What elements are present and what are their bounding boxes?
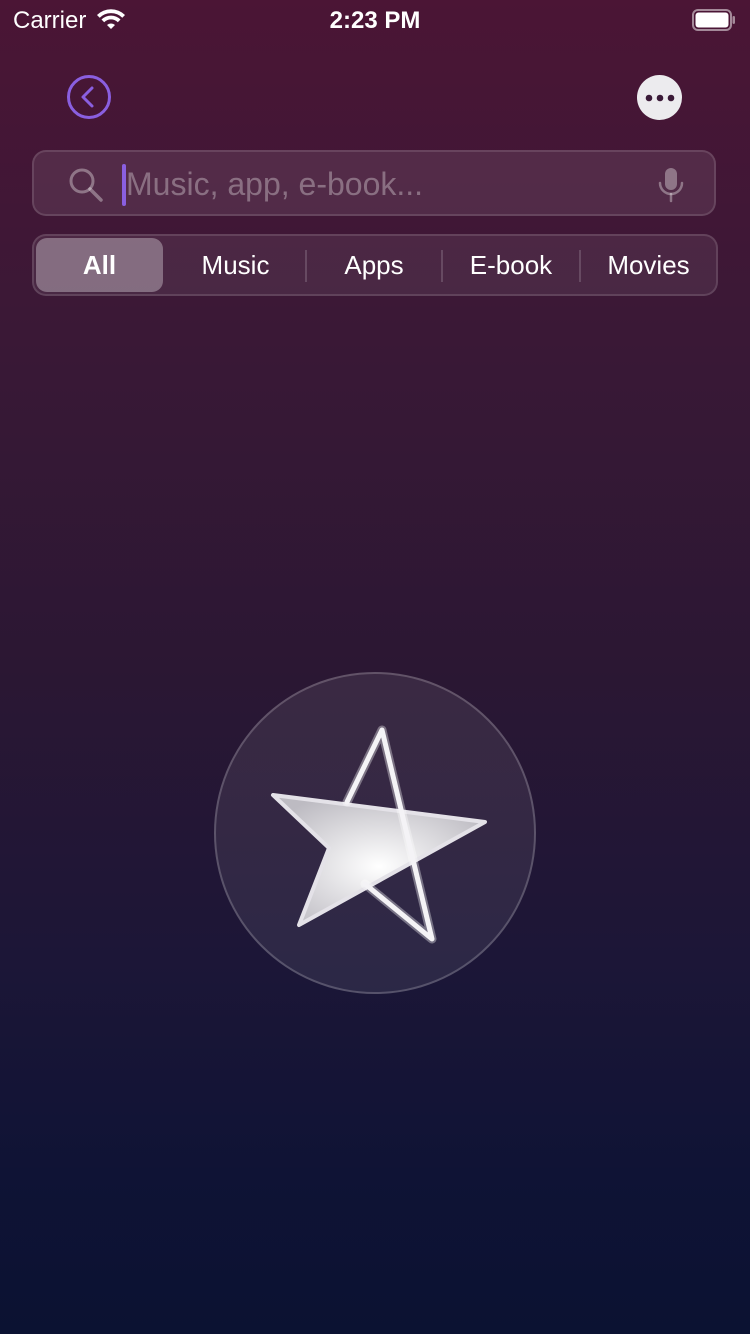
search-icon <box>69 168 103 202</box>
segment-music[interactable]: Music <box>167 238 304 292</box>
ellipsis-icon <box>645 94 674 101</box>
category-segmented-control: All Music Apps E-book Movies <box>32 234 718 296</box>
segment-ebook[interactable]: E-book <box>443 238 579 292</box>
star-logo-icon <box>271 725 487 944</box>
back-button[interactable] <box>66 74 112 120</box>
battery-icon <box>692 9 735 31</box>
segment-movies[interactable]: Movies <box>581 238 716 292</box>
status-bar: Carrier 2:23 PM <box>0 0 750 40</box>
more-options-button[interactable] <box>637 75 682 120</box>
segment-apps[interactable]: Apps <box>307 238 441 292</box>
search-input[interactable] <box>126 160 626 208</box>
status-time: 2:23 PM <box>329 7 421 34</box>
microphone-icon[interactable] <box>656 166 686 204</box>
search-bar[interactable] <box>32 150 716 216</box>
segment-all[interactable]: All <box>36 238 163 292</box>
chevron-left-circle-icon <box>67 75 111 119</box>
